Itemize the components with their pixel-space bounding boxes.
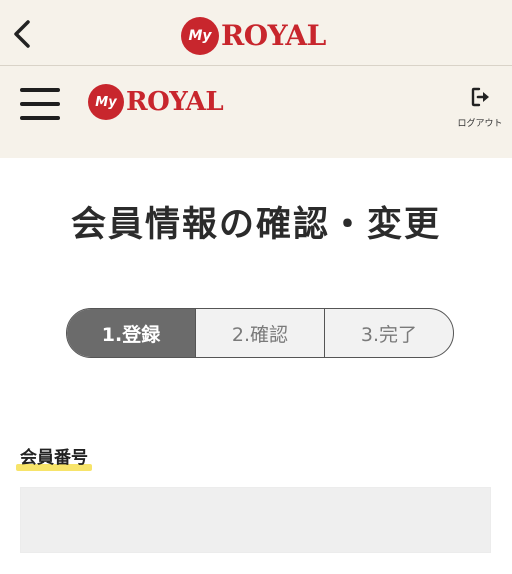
step-3: 3.完了 bbox=[324, 309, 453, 357]
page: My ROYAL My ROYAL ログアウト 会員情報の確認・変更 1.登録 … bbox=[0, 0, 512, 574]
logo-badge: My bbox=[88, 84, 124, 120]
myroyal-logo-header[interactable]: My ROYAL bbox=[88, 84, 224, 120]
member-number-label: 会員番号 bbox=[16, 443, 92, 471]
hamburger-icon-bar bbox=[20, 102, 60, 106]
back-button[interactable] bbox=[8, 16, 36, 52]
hamburger-icon-bar bbox=[20, 116, 60, 120]
step-1: 1.登録 bbox=[67, 309, 195, 357]
chevron-left-icon bbox=[14, 20, 30, 48]
menu-button[interactable] bbox=[20, 86, 60, 122]
logo-wordmark: ROYAL bbox=[126, 87, 224, 117]
logout-button[interactable]: ログアウト bbox=[450, 84, 510, 132]
logo-badge: My bbox=[181, 17, 219, 55]
step-indicator: 1.登録 2.確認 3.完了 bbox=[66, 308, 454, 358]
hamburger-icon-bar bbox=[20, 88, 60, 92]
page-title: 会員情報の確認・変更 bbox=[70, 205, 441, 245]
logout-label: ログアウト bbox=[457, 119, 503, 129]
member-number-field bbox=[20, 487, 491, 553]
myroyal-logo-top[interactable]: My ROYAL bbox=[181, 17, 326, 55]
logout-icon bbox=[471, 87, 489, 107]
member-number-label-text: 会員番号 bbox=[20, 448, 88, 468]
top-app-bar: My ROYAL bbox=[0, 0, 512, 66]
logo-wordmark: ROYAL bbox=[221, 19, 326, 52]
site-header: My ROYAL ログアウト bbox=[0, 66, 512, 158]
step-2: 2.確認 bbox=[195, 309, 324, 357]
